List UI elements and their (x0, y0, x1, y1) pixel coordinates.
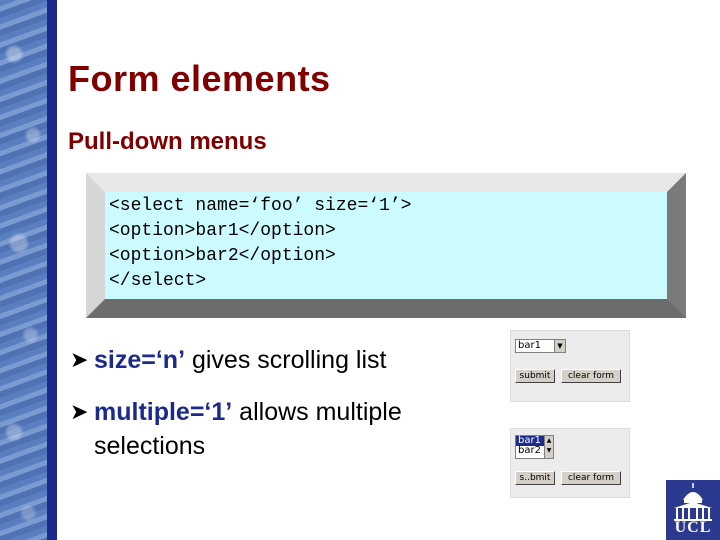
scroll-arrows-icon[interactable]: ▲ ▼ (544, 435, 554, 459)
slide-subtitle: Pull-down menus (68, 128, 267, 155)
code-box: <select name=‘foo’ size=‘1’> <option>bar… (105, 192, 667, 299)
multiple-select-example-screenshot: bar1 bar2 ▲ ▼ s..bmit clear form (510, 428, 630, 498)
bullet-text: gives scrolling list (185, 346, 387, 374)
example-clear-form-button[interactable]: clear form (561, 369, 621, 383)
bullet-list: ➤ size=‘n’ gives scrolling list ➤ multip… (70, 343, 490, 481)
bullet-item-multiple: ➤ multiple=‘1’ allows multiple selection… (70, 395, 490, 463)
example-clear-form-button[interactable]: clear form (561, 471, 621, 485)
example-select-value: bar1 (518, 340, 541, 351)
pulldown-example-screenshot: bar1 ▼ submit clear form (510, 330, 630, 402)
arrow-bullet-icon: ➤ (70, 399, 89, 424)
example-multi-select-list[interactable]: bar1 bar2 ▲ ▼ (515, 435, 554, 459)
code-line: <option>bar1</option> (109, 221, 336, 241)
code-line: </select> (109, 271, 207, 291)
chevron-down-icon[interactable]: ▼ (554, 339, 566, 353)
bullet-item-size: ➤ size=‘n’ gives scrolling list (70, 343, 490, 377)
code-line: <option>bar2</option> (109, 246, 336, 266)
code-line: <select name=‘foo’ size=‘1’> (109, 196, 412, 216)
ucl-logo: UCL (666, 480, 720, 540)
bullet-code: multiple=‘1’ (94, 398, 233, 426)
portico-dome-icon (674, 483, 712, 521)
example-submit-button[interactable]: submit (515, 369, 555, 383)
example-submit-button[interactable]: s..bmit (515, 471, 555, 485)
arrow-bullet-icon: ➤ (70, 347, 89, 372)
slide-title: Form elements (68, 58, 331, 99)
list-option[interactable]: bar2 (516, 446, 544, 456)
bullet-code: size=‘n’ (94, 346, 186, 374)
decorative-vertical-rule (47, 0, 57, 540)
example-select-dropdown[interactable]: bar1 ▼ (515, 339, 566, 353)
decorative-marble-strip (0, 0, 47, 540)
logo-text: UCL (674, 519, 712, 536)
